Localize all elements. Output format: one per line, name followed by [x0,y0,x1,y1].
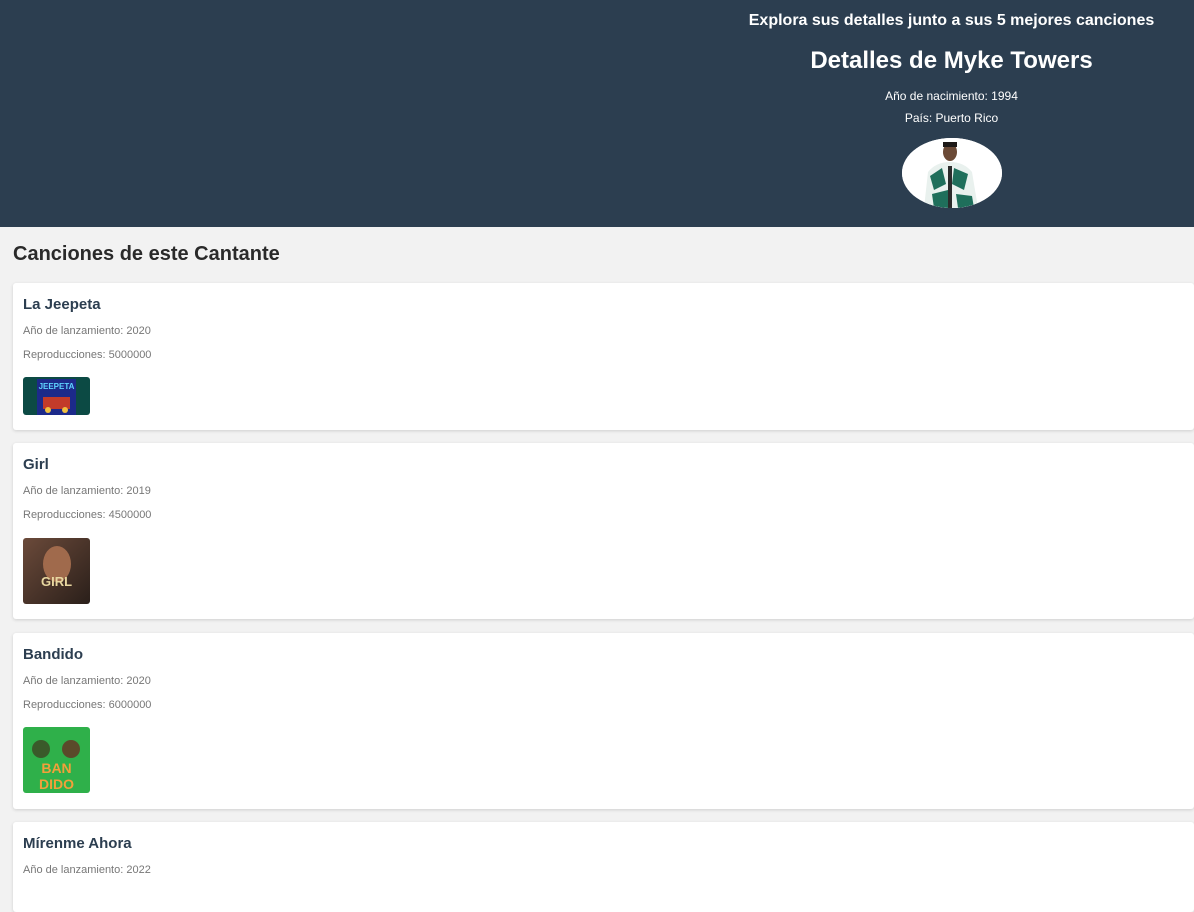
artist-country: País: Puerto Rico [904,111,999,125]
song-card[interactable]: Girl Año de lanzamiento: 2019 Reproducci… [13,443,1194,619]
song-title: Girl [23,456,49,473]
cover-art-girl: GIRL [23,538,90,604]
song-plays: Reproducciones: 4500000 [23,509,152,521]
artist-header: Explora sus detalles junto a sus 5 mejor… [0,0,1194,227]
song-release-year: Año de lanzamiento: 2020 [23,675,151,687]
header-tagline: Explora sus detalles junto a sus 5 mejor… [748,12,1155,29]
song-cover: JEEPETA [23,377,90,415]
cover-text: JEEPETA [39,382,75,391]
song-plays: Reproducciones: 5000000 [23,349,152,361]
cover-art-bandido: BAN DIDO [23,727,90,793]
song-title: Mírenme Ahora [23,835,132,852]
cover-text-line-1: BAN [41,760,71,776]
song-release-year: Año de lanzamiento: 2020 [23,325,151,337]
song-title: La Jeepeta [23,296,101,313]
artist-photo [902,138,1002,208]
cover-art-jeepeta: JEEPETA [23,377,90,415]
song-release-year: Año de lanzamiento: 2022 [23,864,151,876]
song-cover: BAN DIDO [23,727,90,793]
song-release-year: Año de lanzamiento: 2019 [23,485,151,497]
song-title: Bandido [23,646,83,663]
song-card[interactable]: Mírenme Ahora Año de lanzamiento: 2022 [13,822,1194,912]
artist-title: Detalles de Myke Towers [810,47,1093,74]
songs-section-title: Canciones de este Cantante [13,243,280,265]
song-card[interactable]: La Jeepeta Año de lanzamiento: 2020 Repr… [13,283,1194,430]
artist-avatar [902,138,1002,208]
song-cover: GIRL [23,538,90,604]
artist-birth-year: Año de nacimiento: 1994 [885,89,1018,103]
song-card[interactable]: Bandido Año de lanzamiento: 2020 Reprodu… [13,633,1194,809]
cover-text-line-2: DIDO [39,776,74,792]
song-plays: Reproducciones: 6000000 [23,699,152,711]
cover-text: GIRL [41,574,72,589]
